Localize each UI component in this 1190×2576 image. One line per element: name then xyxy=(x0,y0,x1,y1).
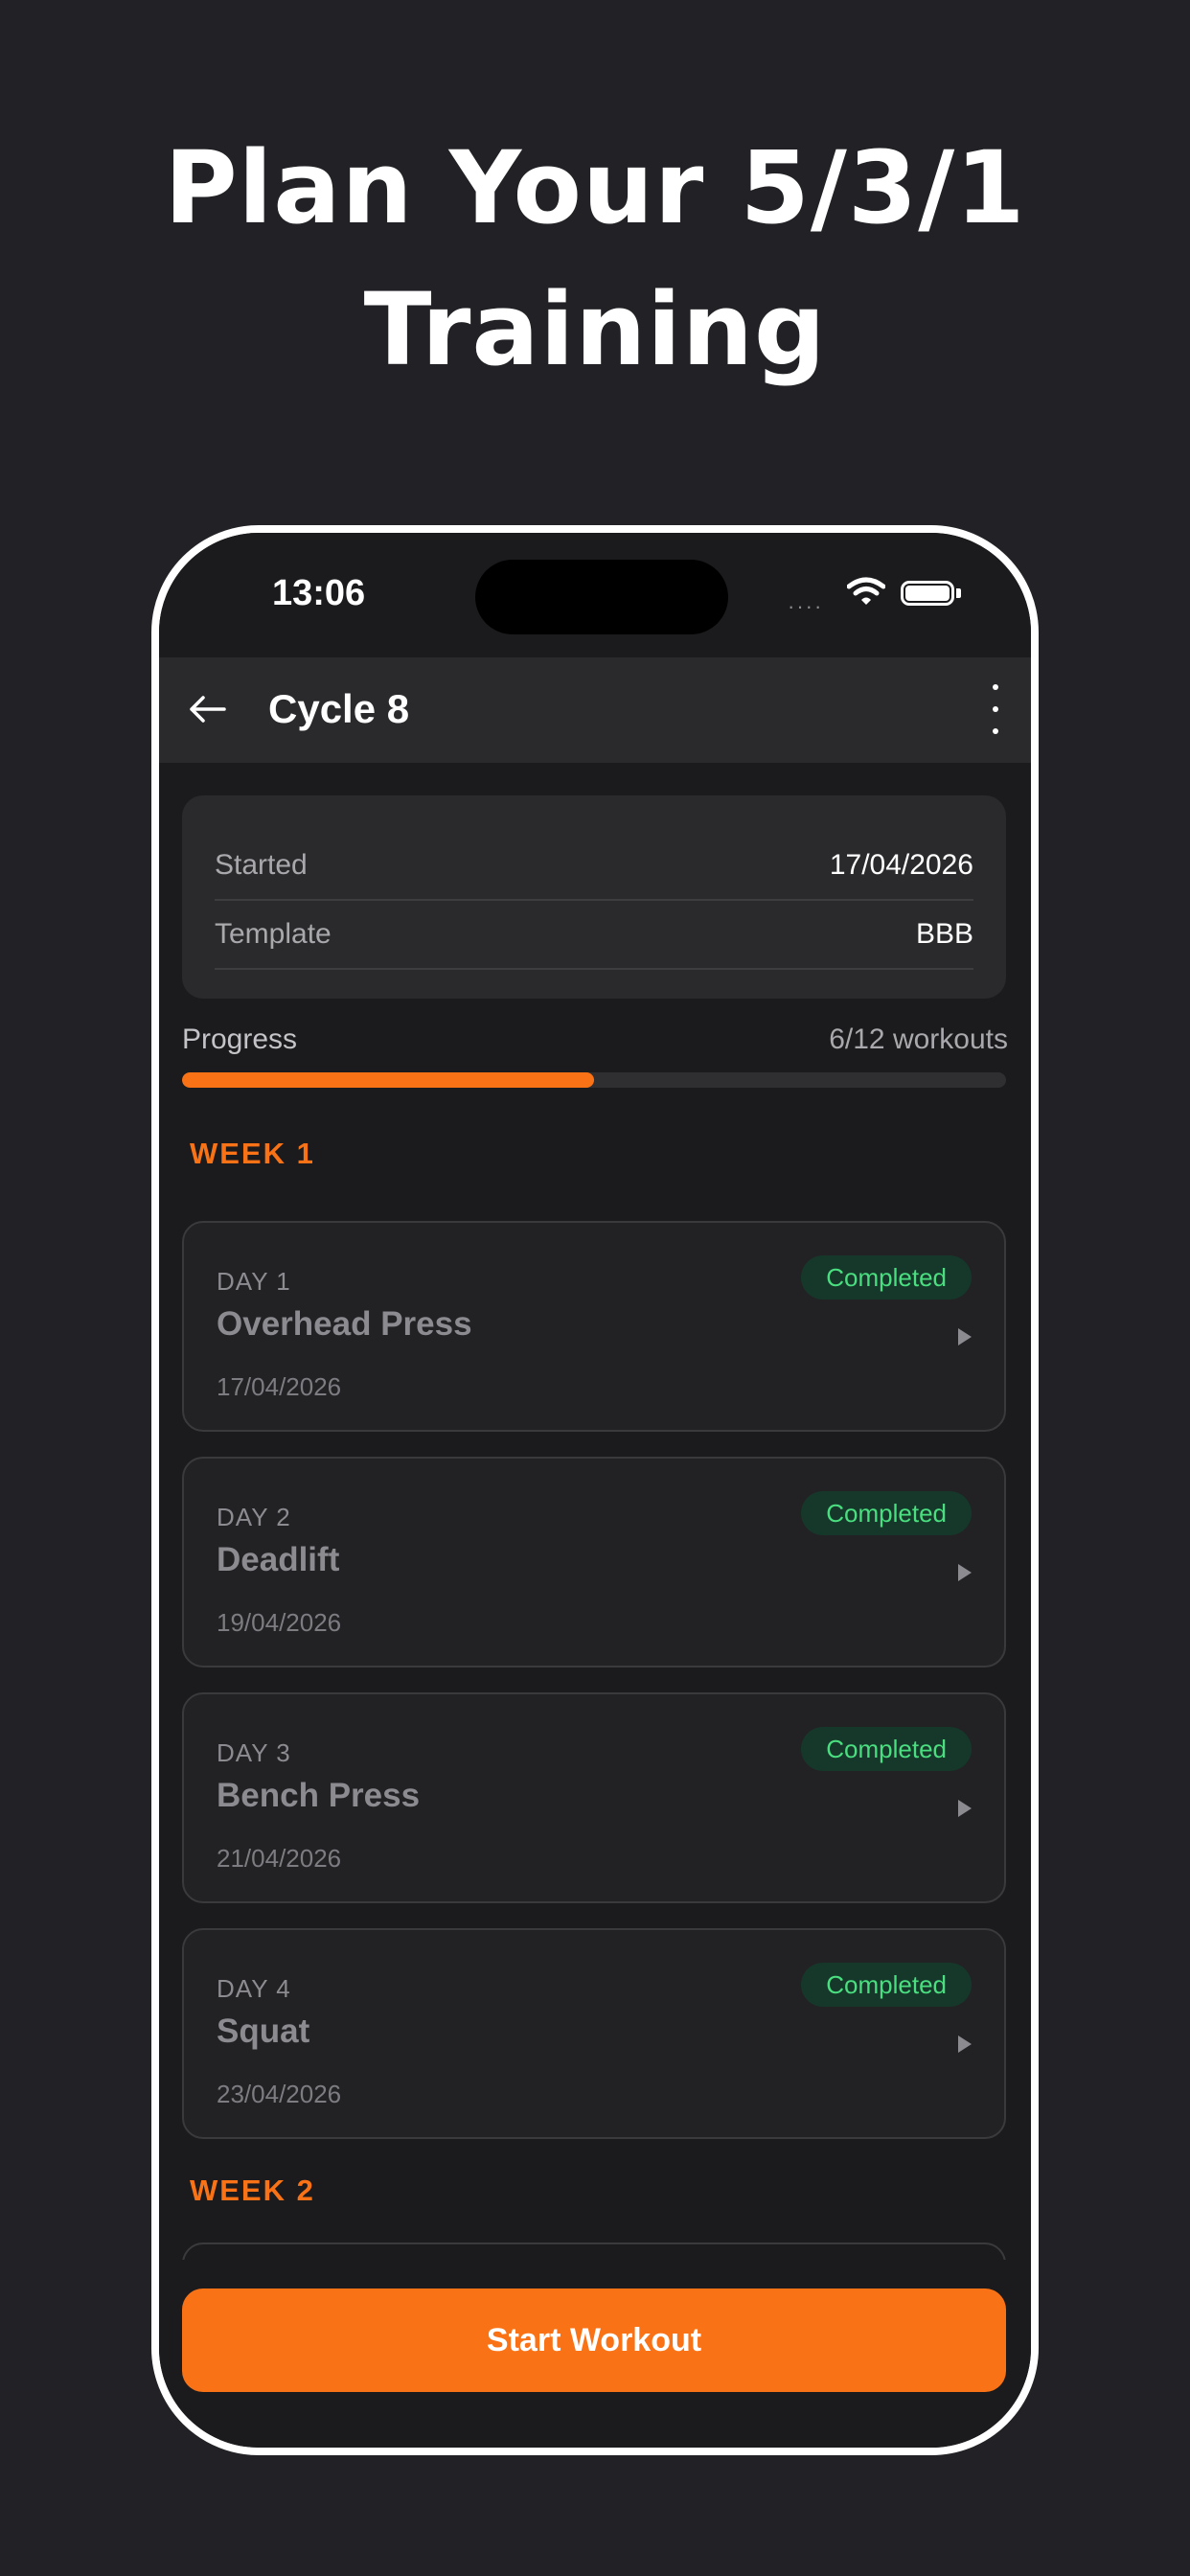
started-label: Started xyxy=(215,849,308,881)
dynamic-island xyxy=(475,560,728,634)
start-workout-button[interactable]: Start Workout xyxy=(182,2288,1006,2392)
day-label: DAY 1 xyxy=(217,1267,291,1296)
battery-icon xyxy=(901,581,954,606)
week-heading: WEEK 1 xyxy=(190,1137,315,1170)
day-date: 19/04/2026 xyxy=(217,1608,342,1637)
chevron-right-icon xyxy=(958,2036,972,2053)
day-label: DAY 3 xyxy=(217,1738,291,1767)
status-time: 13:06 xyxy=(272,573,366,613)
day-name: Bench Press xyxy=(217,1777,421,1814)
progress-count: 6/12 workouts xyxy=(829,1024,1008,1055)
cycle-content[interactable]: Started 17/04/2026 Template BBB Progress… xyxy=(159,763,1031,2260)
status-bar: 13:06 ···· xyxy=(159,533,1031,657)
day-date: 23/04/2026 xyxy=(217,2080,342,2108)
started-value: 17/04/2026 xyxy=(829,849,973,881)
phone-frame: 13:06 ···· Cycle 8 Started 17/04/2026 Te… xyxy=(151,525,1039,2455)
day-date: 21/04/2026 xyxy=(217,1844,342,1873)
wifi-icon xyxy=(847,577,885,605)
week-heading: WEEK 2 xyxy=(190,2174,315,2207)
template-label: Template xyxy=(215,918,332,950)
day-label: DAY 4 xyxy=(217,1974,291,2003)
progress-fill xyxy=(182,1072,594,1088)
page-title: Cycle 8 xyxy=(268,686,410,731)
started-row: Started 17/04/2026 xyxy=(215,832,973,901)
day-date: 17/04/2026 xyxy=(217,1372,342,1401)
more-vert-icon[interactable] xyxy=(985,684,1006,734)
template-value: BBB xyxy=(915,918,973,950)
back-arrow-icon[interactable] xyxy=(184,686,230,732)
cycle-info-card: Started 17/04/2026 Template BBB xyxy=(182,795,1006,999)
chevron-right-icon xyxy=(958,1328,972,1346)
signal-icon: ···· xyxy=(788,594,824,618)
day-name: Overhead Press xyxy=(217,1305,472,1343)
chevron-right-icon xyxy=(958,1564,972,1581)
day-card[interactable]: DAY 1 Overhead Press 17/04/2026 Complete… xyxy=(182,1221,1006,1432)
headline-line-1: Plan Your 5/3/1 xyxy=(164,129,1026,246)
template-row: Template BBB xyxy=(215,901,973,970)
bottom-action-area: Start Workout xyxy=(159,2260,1031,2448)
day-card[interactable]: DAY 3 Bench Press 21/04/2026 Completed xyxy=(182,1692,1006,1903)
status-badge: Completed xyxy=(801,1491,972,1535)
battery-cap xyxy=(956,588,961,598)
headline-line-2: Training xyxy=(363,271,827,388)
progress-label: Progress xyxy=(182,1024,298,1055)
app-bar: Cycle 8 xyxy=(159,657,1031,763)
chevron-right-icon xyxy=(958,1800,972,1817)
day-card[interactable]: DAY 4 Squat 23/04/2026 Completed xyxy=(182,1928,1006,2139)
status-badge: Completed xyxy=(801,1727,972,1771)
progress-track xyxy=(182,1072,1006,1088)
status-badge: Completed xyxy=(801,1963,972,2007)
status-badge: Completed xyxy=(801,1255,972,1300)
day-name: Squat xyxy=(217,2012,310,2050)
day-card[interactable]: DAY 2 Deadlift 19/04/2026 Completed xyxy=(182,1457,1006,1668)
day-card-partial[interactable] xyxy=(182,2242,1006,2260)
day-name: Deadlift xyxy=(217,1541,340,1578)
day-label: DAY 2 xyxy=(217,1503,291,1531)
marketing-headline: Plan Your 5/3/1 Training xyxy=(0,117,1190,401)
